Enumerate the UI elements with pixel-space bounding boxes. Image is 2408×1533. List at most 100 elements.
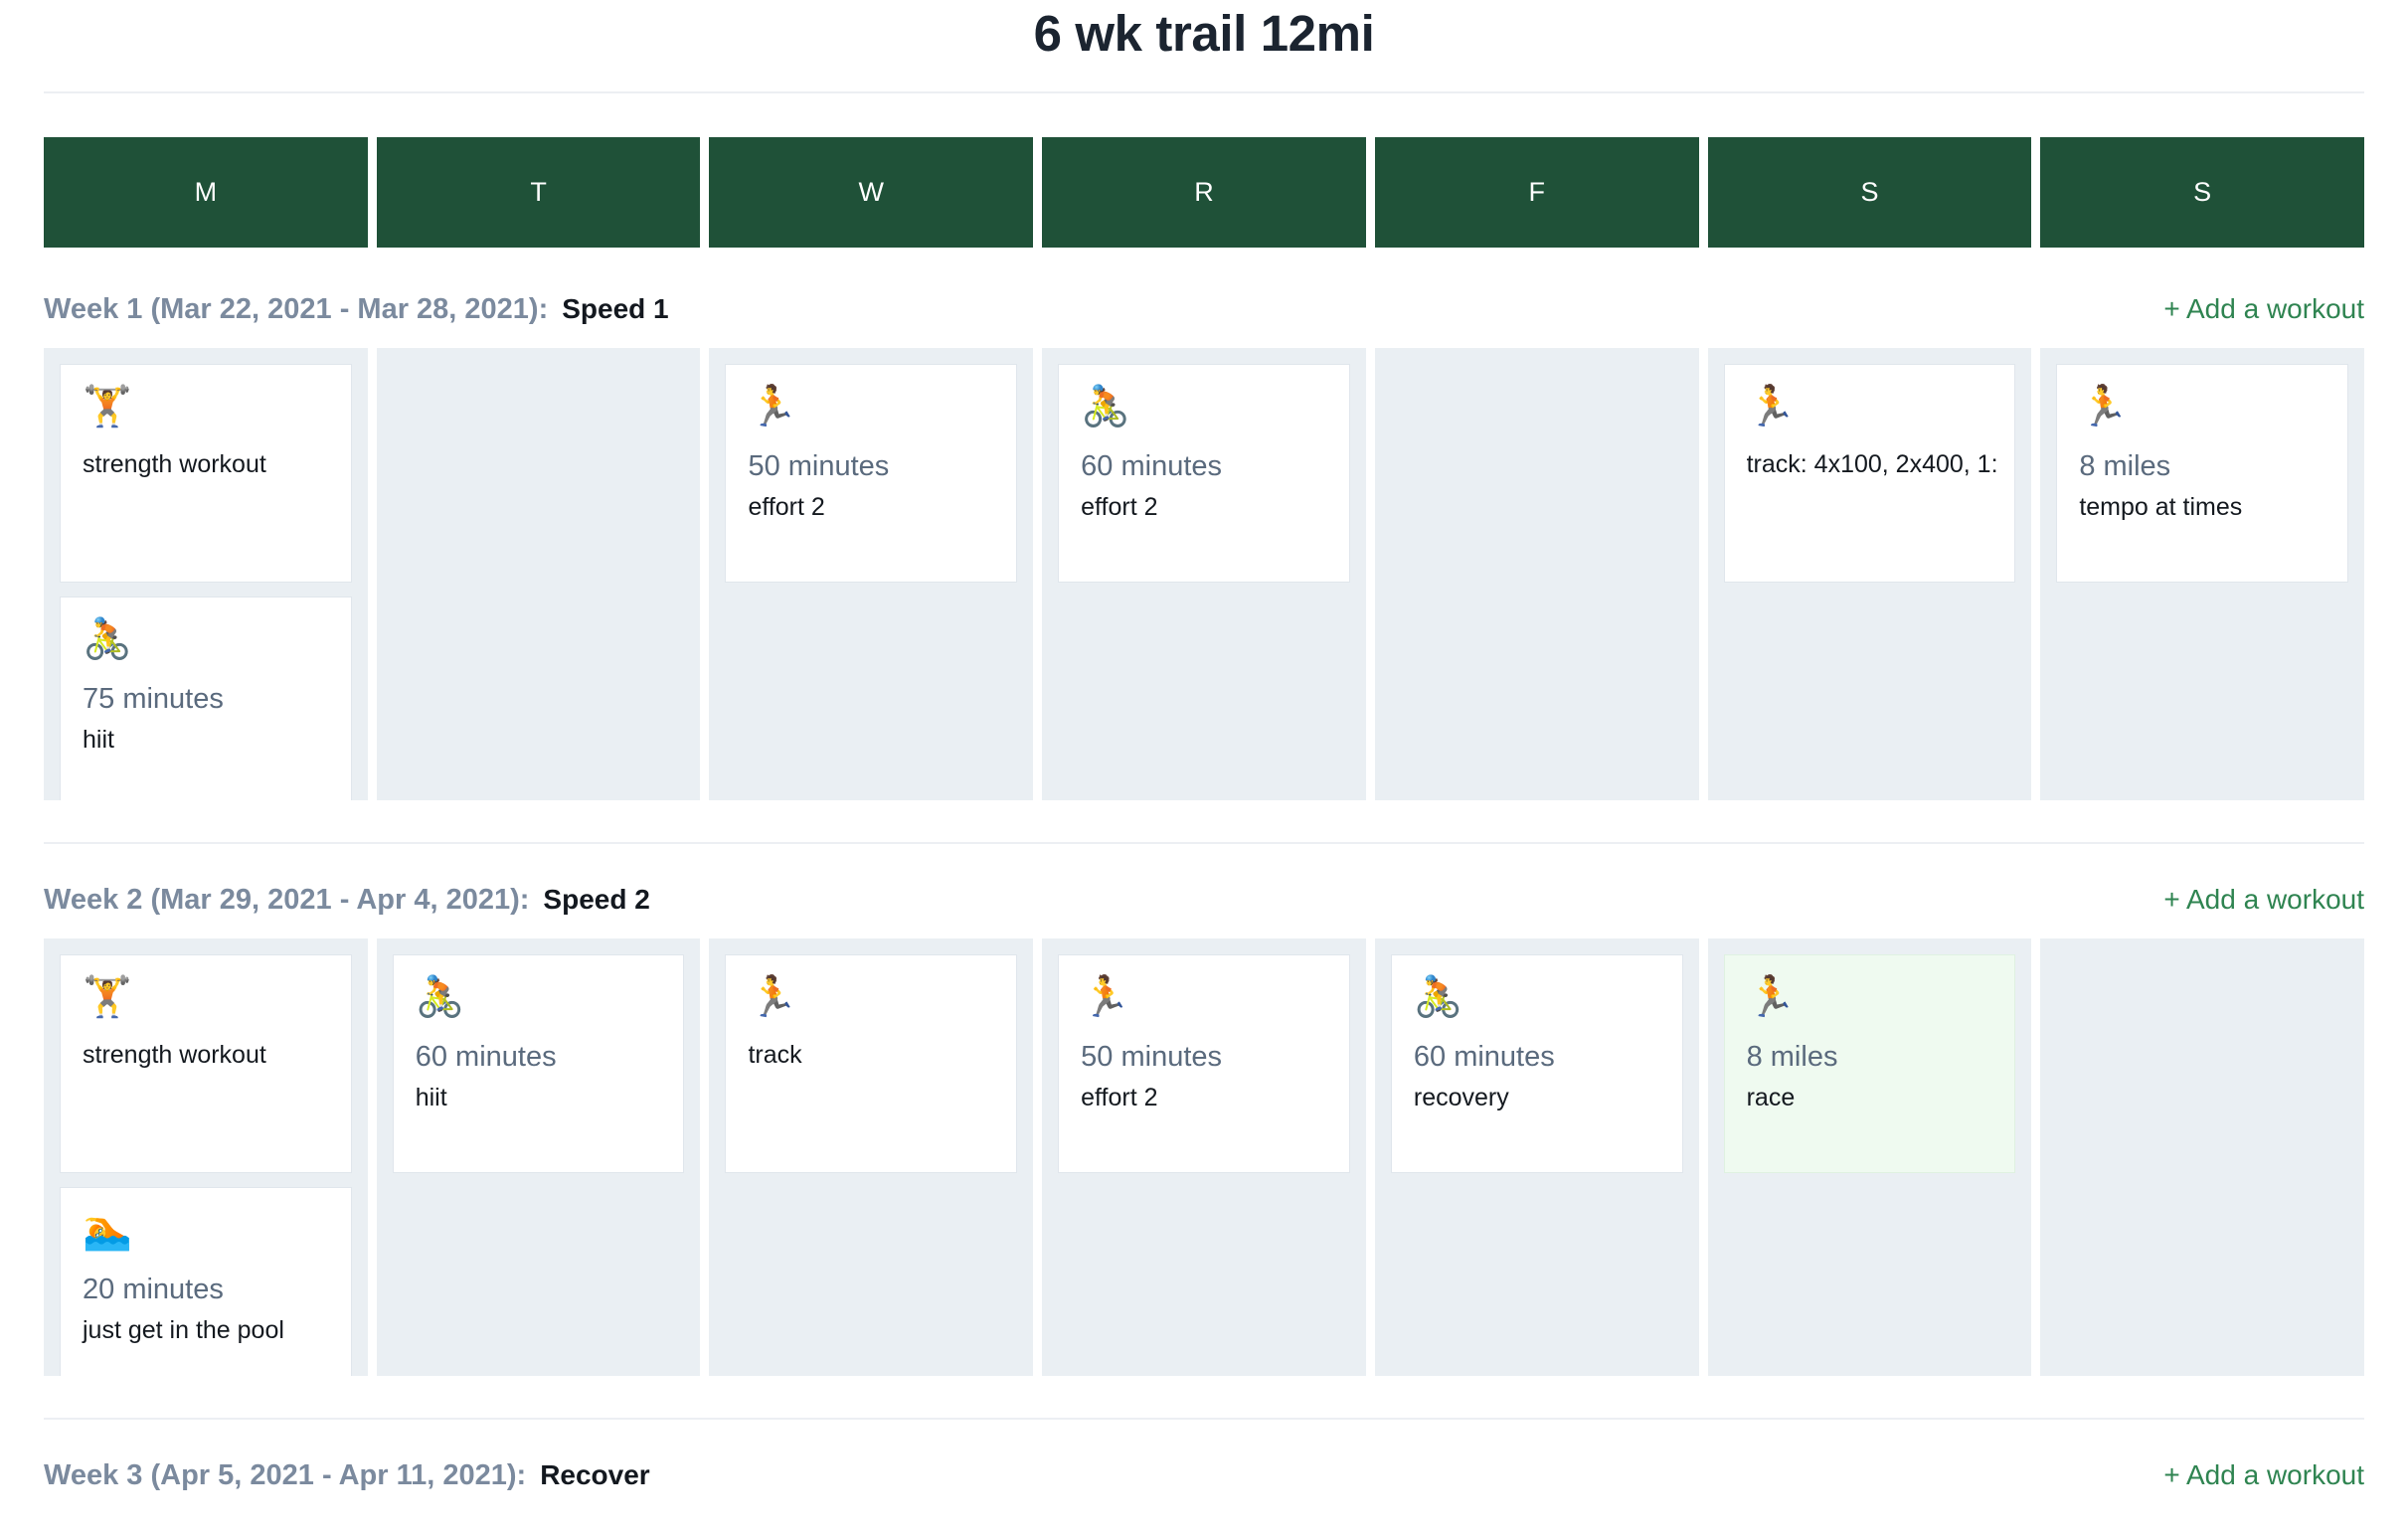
day-column[interactable]: 🏋️ strength workout 🏊 20 minutes just get in… xyxy=(44,938,368,1377)
workout-description: effort 2 xyxy=(1081,493,1158,522)
workout-description: effort 2 xyxy=(1081,1084,1158,1112)
workout-duration: 8 miles xyxy=(1746,1041,1838,1074)
workout-duration: 60 minutes xyxy=(1413,1041,1555,1074)
day-column[interactable]: 🏃 8 miles tempo at times xyxy=(2040,348,2365,801)
workout-card[interactable]: 🚴 60 minutes hiit xyxy=(392,954,685,1174)
workout-card[interactable]: 🏋️ strength workout xyxy=(60,954,352,1174)
week-day-grid: 🏋️ strength workout 🚴 75 minutes hiit 🏃 50 min… xyxy=(0,348,2408,801)
workout-card[interactable]: 🚴 75 minutes hiit xyxy=(60,596,352,801)
title-bar: 6 wk trail 12mi xyxy=(0,0,2408,91)
workout-card[interactable]: 🏃 8 miles tempo at times xyxy=(2056,364,2349,584)
week-title: Speed 1 xyxy=(562,293,669,325)
day-header-label: T xyxy=(530,177,547,208)
day-column[interactable]: 🏃 50 minutes effort 2 xyxy=(709,348,1034,801)
workout-duration: 75 minutes xyxy=(83,683,224,716)
day-header-monday: M xyxy=(44,137,368,249)
workout-card-race[interactable]: 🏃 8 miles race xyxy=(1723,954,2016,1174)
workout-card[interactable]: 🏊 20 minutes just get in the pool xyxy=(60,1187,352,1377)
workout-card[interactable]: 🏃 50 minutes effort 2 xyxy=(1058,954,1350,1174)
add-workout-link[interactable]: + Add a workout xyxy=(2163,884,2364,916)
workout-card[interactable]: 🏋️ strength workout xyxy=(60,364,352,584)
workout-duration: 8 miles xyxy=(2079,450,2171,483)
week-header-left: Week 1 (Mar 22, 2021 - Mar 28, 2021): Spe… xyxy=(44,293,669,326)
week-header: Week 2 (Mar 29, 2021 - Apr 4, 2021): Spee… xyxy=(0,884,2408,917)
workout-card[interactable]: 🚴 60 minutes effort 2 xyxy=(1058,364,1350,584)
workout-card[interactable]: 🏃 50 minutes effort 2 xyxy=(725,364,1018,584)
week-title: Speed 2 xyxy=(543,884,650,916)
workout-card[interactable]: 🏃 track xyxy=(725,954,1018,1174)
weightlifter-icon: 🏋️ xyxy=(83,974,132,1021)
training-plan-page: 6 wk trail 12mi M T W R F S S Week 1 (Mar 22, … xyxy=(0,0,2408,1533)
week-header-left: Week 2 (Mar 29, 2021 - Apr 4, 2021): Spee… xyxy=(44,884,650,917)
cyclist-icon: 🚴 xyxy=(415,974,465,1021)
day-header-wednesday: W xyxy=(709,137,1034,249)
runner-icon: 🏃 xyxy=(1746,974,1797,1021)
workout-description: race xyxy=(1746,1084,1796,1112)
day-column[interactable]: 🏃 8 miles race xyxy=(1707,938,2032,1377)
workout-duration: 60 minutes xyxy=(415,1041,557,1074)
add-workout-link[interactable]: + Add a workout xyxy=(2163,293,2364,325)
week-block: Week 2 (Mar 29, 2021 - Apr 4, 2021): Spee… xyxy=(0,884,2408,1377)
week-divider xyxy=(44,1418,2364,1421)
workout-description: track xyxy=(748,1041,802,1070)
weeks-container: Week 1 (Mar 22, 2021 - Mar 28, 2021): Spe… xyxy=(0,293,2408,1492)
workout-description: track: 4x100, 2x400, 1: xyxy=(1746,450,1998,479)
week-block: Week 3 (Apr 5, 2021 - Apr 11, 2021): Reco… xyxy=(0,1459,2408,1492)
day-header-label: M xyxy=(194,177,218,208)
day-header-friday: F xyxy=(1374,137,1699,249)
runner-icon: 🏃 xyxy=(1081,974,1130,1021)
day-column[interactable]: 🚴 60 minutes recovery xyxy=(1374,938,1699,1377)
day-header-label: R xyxy=(1194,177,1214,208)
day-header-label: W xyxy=(858,177,885,208)
week-day-grid: 🏋️ strength workout 🏊 20 minutes just get in… xyxy=(0,938,2408,1377)
workout-description: effort 2 xyxy=(748,493,825,522)
week-date-range-label: Week 3 (Apr 5, 2021 - Apr 11, 2021): xyxy=(44,1459,527,1492)
cyclist-icon: 🚴 xyxy=(1081,384,1130,430)
day-column[interactable]: 🏃 track xyxy=(709,938,1034,1377)
day-column[interactable]: 🏋️ strength workout 🚴 75 minutes hiit xyxy=(44,348,368,801)
week-date-range-label: Week 2 (Mar 29, 2021 - Apr 4, 2021): xyxy=(44,884,530,917)
workout-card[interactable]: 🚴 60 minutes recovery xyxy=(1390,954,1683,1174)
workout-description: tempo at times xyxy=(2079,493,2243,522)
day-column[interactable] xyxy=(2040,938,2365,1377)
workout-description: strength workout xyxy=(83,1041,266,1070)
week-header: Week 1 (Mar 22, 2021 - Mar 28, 2021): Spe… xyxy=(0,293,2408,326)
day-column[interactable]: 🏃 track: 4x100, 2x400, 1: xyxy=(1707,348,2032,801)
day-column[interactable] xyxy=(1374,348,1699,801)
runner-icon: 🏃 xyxy=(1746,384,1797,430)
swimmer-icon: 🏊 xyxy=(83,1207,132,1254)
workout-duration: 20 minutes xyxy=(83,1274,224,1306)
day-column[interactable] xyxy=(376,348,701,801)
day-column[interactable]: 🚴 60 minutes hiit xyxy=(376,938,701,1377)
workout-description: recovery xyxy=(1413,1084,1509,1112)
day-of-week-header-row: MTWRFSS xyxy=(0,93,2408,249)
day-column[interactable]: 🏃 50 minutes effort 2 xyxy=(1042,938,1366,1377)
cyclist-icon: 🚴 xyxy=(1413,974,1463,1021)
weightlifter-icon: 🏋️ xyxy=(83,384,132,430)
week-header-left: Week 3 (Apr 5, 2021 - Apr 11, 2021): Reco… xyxy=(44,1459,650,1492)
day-header-label: S xyxy=(1860,177,1879,208)
day-header-label: S xyxy=(2193,177,2212,208)
workout-duration: 50 minutes xyxy=(748,450,890,483)
header-spacer xyxy=(0,248,2408,293)
day-header-thursday: R xyxy=(1042,137,1366,249)
cyclist-icon: 🚴 xyxy=(83,616,132,663)
week-block: Week 1 (Mar 22, 2021 - Mar 28, 2021): Spe… xyxy=(0,293,2408,801)
page-title: 6 wk trail 12mi xyxy=(1033,5,1375,62)
runner-icon: 🏃 xyxy=(2079,384,2130,430)
day-header-saturday: S xyxy=(1707,137,2032,249)
runner-icon: 🏃 xyxy=(748,384,798,430)
week-divider xyxy=(44,842,2364,845)
workout-duration: 60 minutes xyxy=(1081,450,1223,483)
week-title: Recover xyxy=(540,1459,650,1491)
workout-description: hiit xyxy=(83,726,114,755)
week-header: Week 3 (Apr 5, 2021 - Apr 11, 2021): Reco… xyxy=(0,1459,2408,1492)
day-header-sunday: S xyxy=(2040,137,2365,249)
day-column[interactable]: 🚴 60 minutes effort 2 xyxy=(1042,348,1366,801)
workout-card[interactable]: 🏃 track: 4x100, 2x400, 1: xyxy=(1723,364,2016,584)
workout-description: just get in the pool xyxy=(83,1316,284,1345)
day-header-label: F xyxy=(1528,177,1545,208)
day-header-tuesday: T xyxy=(376,137,701,249)
week-date-range-label: Week 1 (Mar 22, 2021 - Mar 28, 2021): xyxy=(44,293,549,326)
add-workout-link[interactable]: + Add a workout xyxy=(2163,1459,2364,1491)
